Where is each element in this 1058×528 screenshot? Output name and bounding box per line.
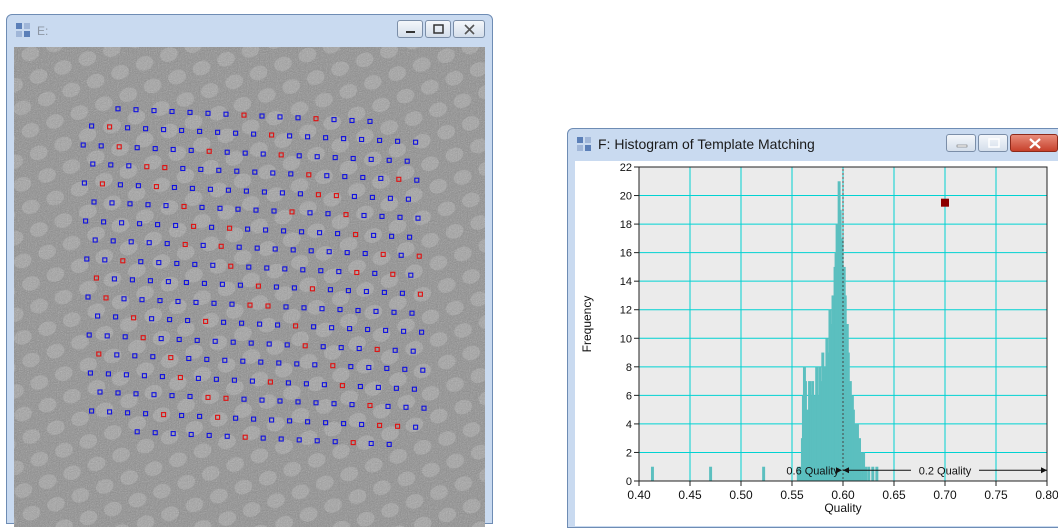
quality-annotation-right: 0.2 Quality <box>919 465 972 477</box>
close-icon <box>1029 138 1041 149</box>
quality-marker[interactable] <box>941 198 949 207</box>
minimize-button[interactable] <box>397 20 423 38</box>
x-tick-label: 0.55 <box>780 488 804 502</box>
image-canvas[interactable] <box>14 47 485 527</box>
x-tick-label: 0.65 <box>882 488 906 502</box>
window-title: E: <box>37 24 49 38</box>
y-tick-label: 2 <box>626 447 632 459</box>
histogram-bar <box>709 466 713 481</box>
histogram-bar <box>864 466 868 481</box>
x-tick-label: 0.60 <box>831 488 855 502</box>
histogram-panel: 0 2 4 6 8 10 12 14 16 18 20 22 0.40 0.45 0.50 0.55 0.60… <box>575 161 1058 526</box>
histogram-bar <box>871 466 875 481</box>
close-button[interactable] <box>1010 134 1058 152</box>
minimize-icon <box>956 144 968 148</box>
minimize-button[interactable] <box>946 134 976 152</box>
y-tick-label: 0 <box>626 476 632 488</box>
x-tick-label: 0.80 <box>1035 488 1058 502</box>
x-tick-label: 0.50 <box>729 488 753 502</box>
histogram-bar <box>650 466 654 481</box>
close-button[interactable] <box>453 20 485 38</box>
histogram-chart: 0 2 4 6 8 10 12 14 16 18 20 22 0.40 0.45 0.50 0.55 0.60… <box>580 162 1058 515</box>
maximize-icon <box>988 138 1000 148</box>
maximize-button[interactable] <box>425 20 451 38</box>
y-tick-label: 4 <box>626 419 632 431</box>
minimize-icon <box>406 31 415 33</box>
histogram-bar <box>875 466 879 481</box>
maximize-icon <box>433 24 444 34</box>
histogram-bar <box>762 466 766 481</box>
y-tick-label: 6 <box>626 390 632 402</box>
x-tick-label: 0.75 <box>984 488 1008 502</box>
y-tick-label: 18 <box>620 219 632 231</box>
y-axis-label: Frequency <box>580 296 594 353</box>
window-f-titlebar[interactable]: F: Histogram of Template Matching <box>568 129 1058 159</box>
app-icon <box>16 23 30 37</box>
y-tick-label: 22 <box>620 162 632 174</box>
y-tick-label: 10 <box>620 333 632 345</box>
histogram-bar <box>867 466 871 481</box>
y-tick-label: 14 <box>620 276 632 288</box>
y-tick-label: 12 <box>620 305 632 317</box>
micrograph-image <box>14 47 485 527</box>
y-tick-label: 16 <box>620 248 632 260</box>
x-tick-label: 0.70 <box>933 488 957 502</box>
close-icon <box>464 24 475 35</box>
x-tick-label: 0.40 <box>627 488 651 502</box>
y-tick-label: 8 <box>626 362 632 374</box>
window-title: F: Histogram of Template Matching <box>598 136 815 152</box>
x-tick-label: 0.45 <box>678 488 702 502</box>
window-e-titlebar[interactable]: E: <box>7 15 492 45</box>
y-tick-label: 20 <box>620 191 632 203</box>
maximize-button[interactable] <box>978 134 1008 152</box>
app-icon <box>577 137 591 151</box>
image-window-e[interactable]: E: <box>6 14 493 527</box>
histogram-window-f[interactable]: F: Histogram of Template Matching 0 2 4 6 8 1… <box>567 128 1058 528</box>
quality-annotation-left: 0.6 Quality <box>786 465 839 477</box>
